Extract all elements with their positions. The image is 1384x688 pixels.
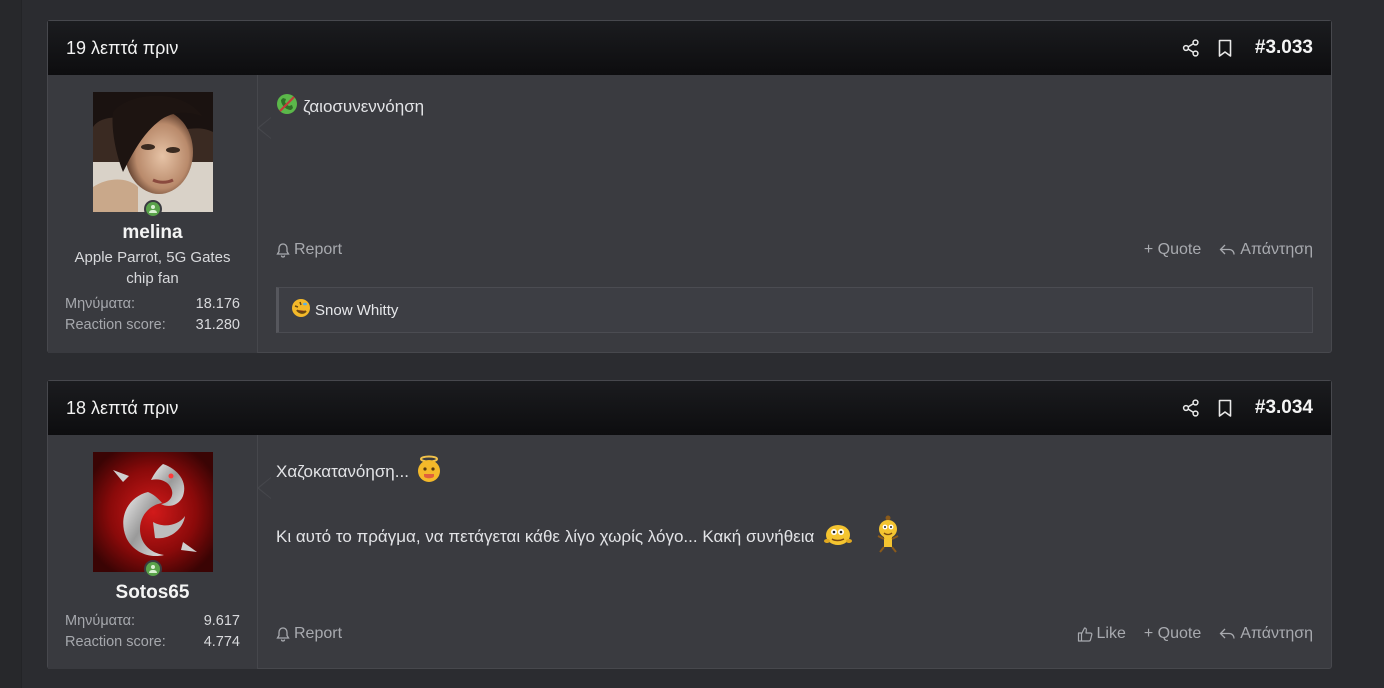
bookmark-icon[interactable] [1215,38,1235,58]
reply-icon [1219,244,1235,255]
user-info: melina Apple Parrot, 5G Gates chip fan Μ… [48,75,271,353]
avatar[interactable] [92,92,213,218]
share-icon[interactable] [1181,398,1201,418]
reply-label: Απάντηση [1240,241,1313,258]
reply-label: Απάντηση [1240,625,1313,642]
stat-label: Reaction score: [65,317,166,333]
post-header: 19 λεπτά πριν #3.033 [48,21,1331,75]
reaction-users[interactable]: Snow Whitty [315,302,398,319]
jumping-smiley-icon [874,514,902,559]
bell-icon [276,626,290,642]
report-label: Report [294,625,343,642]
quote-button[interactable]: + Quote [1144,625,1201,643]
stat-label: Reaction score: [65,634,166,650]
phone-emoji-icon [276,93,298,120]
reply-button[interactable]: Απάντηση [1219,241,1313,259]
online-status-icon [143,560,162,578]
left-rail [0,0,22,688]
post-message: ζαιοσυνεννόηση [303,96,425,116]
bell-icon [276,242,290,258]
blob-smiley-icon [822,521,854,552]
user-title: Apple Parrot, 5G Gates chip fan [74,249,231,287]
report-button[interactable]: Report [276,241,342,259]
like-button[interactable]: Like [1077,625,1126,643]
quote-button[interactable]: + Quote [1144,241,1201,259]
post-time[interactable]: 18 λεπτά πριν [66,398,178,419]
report-button[interactable]: Report [276,625,342,643]
post-3033: 19 λεπτά πριν #3.033 melina Apple Parrot… [47,20,1332,353]
avatar[interactable] [92,452,213,578]
report-label: Report [294,241,343,258]
stat-value: 31.280 [195,317,240,333]
username[interactable]: melina [48,222,257,244]
post-header: 18 λεπτά πριν #3.034 [48,381,1331,435]
thumbs-up-icon [1077,627,1092,642]
post-content: Χαζοκατανόηση... Κι αυτό το πράγμα, να π… [258,435,1331,669]
post-number[interactable]: #3.034 [1255,397,1313,419]
stat-label: Μηνύματα: [65,296,135,312]
share-icon[interactable] [1181,38,1201,58]
online-status-icon [143,200,162,218]
stat-label: Μηνύματα: [65,613,135,629]
post-message-line2: Κι αυτό το πράγμα, να πετάγεται κάθε λίγ… [276,526,815,546]
post-message-line1: Χαζοκατανόηση... [276,461,409,481]
post-time[interactable]: 19 λεπτά πριν [66,38,178,59]
post-content: ζαιοσυνεννόηση Report + Quote Απάντηση S… [258,75,1331,353]
bookmark-icon[interactable] [1215,398,1235,418]
rofl-emoji-icon [291,298,311,322]
username[interactable]: Sotos65 [48,582,257,604]
post-number[interactable]: #3.033 [1255,37,1313,59]
innocent-emoji-icon [415,455,443,488]
reply-icon [1219,628,1235,639]
reply-button[interactable]: Απάντηση [1219,625,1313,643]
user-stats: Μηνύματα: 9.617 Reaction score: 4.774 [48,604,257,653]
stat-value: 4.774 [203,634,240,650]
user-info: Sotos65 Μηνύματα: 9.617 Reaction score: 4.… [48,435,271,669]
like-label: Like [1096,625,1126,642]
user-stats: Μηνύματα: 18.176 Reaction score: 31.280 [48,289,257,336]
reactions-bar[interactable]: Snow Whitty [276,287,1313,333]
stat-value: 9.617 [203,613,240,629]
post-3034: 18 λεπτά πριν #3.034 Sotos65 Μηνύματα: 9… [47,380,1332,669]
stat-value: 18.176 [195,296,240,312]
